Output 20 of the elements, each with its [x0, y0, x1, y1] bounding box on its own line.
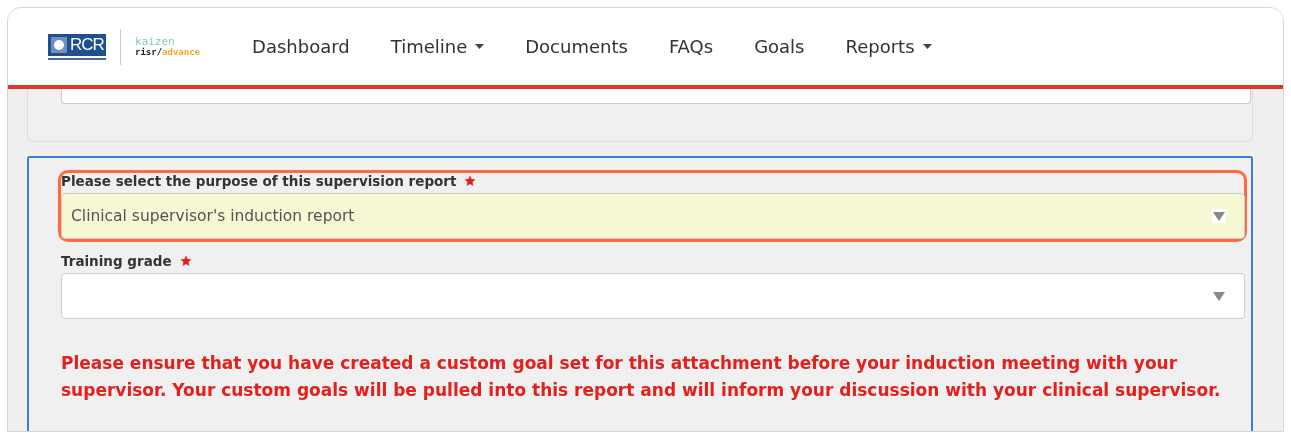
- nav-link[interactable]: Timeline: [390, 36, 485, 57]
- product-logo: kaizen risr/advance: [135, 35, 201, 58]
- nav-link[interactable]: Documents: [525, 36, 628, 57]
- notice-text: Please ensure that you have created a custom goal set for this attachment before your induction meeting with your supervisor. Your custom goals will be pulled into this report and will inform your discussion with your clinical supervisor.: [61, 352, 1222, 402]
- required-star-icon: [464, 175, 477, 187]
- select-field[interactable]: Clinical supervisor's induction report: [61, 193, 1245, 239]
- nav-link[interactable]: Goals: [754, 36, 805, 57]
- dropdown-arrow-icon: [1212, 289, 1226, 303]
- dropdown-arrow-icon: [1212, 209, 1226, 223]
- field-label: Please select the purpose of this supervision report: [61, 173, 457, 189]
- nav-link[interactable]: Reports: [845, 36, 932, 57]
- nav-link[interactable]: Dashboard: [252, 36, 350, 57]
- required-star-icon: [179, 255, 192, 267]
- select-field[interactable]: [61, 273, 1245, 319]
- input-field[interactable]: [61, 89, 1251, 104]
- caret-icon: [475, 44, 485, 49]
- nav-link[interactable]: FAQs: [668, 36, 714, 57]
- caret-icon: [922, 44, 932, 49]
- rcr-logo: RCR: [48, 33, 106, 60]
- field-label: Training grade: [61, 253, 172, 269]
